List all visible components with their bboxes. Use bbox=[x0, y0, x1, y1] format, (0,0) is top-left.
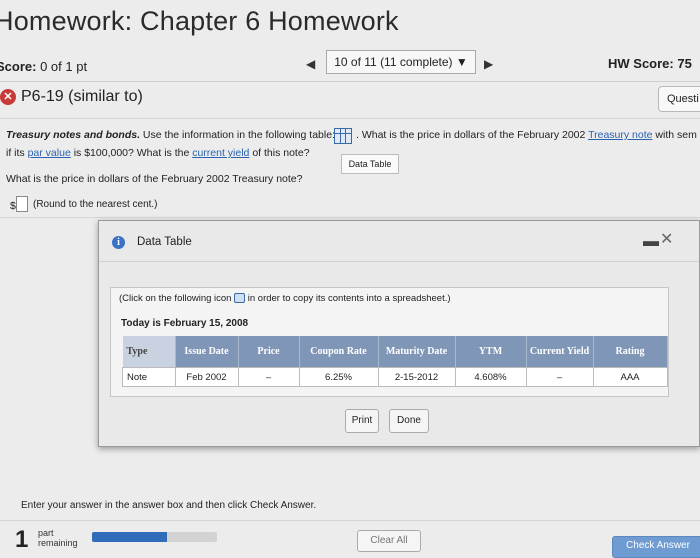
question-heading: Treasury notes and bonds. bbox=[6, 129, 141, 141]
minimize-icon[interactable]: ▬ bbox=[643, 233, 659, 251]
print-button[interactable]: Print bbox=[345, 409, 379, 433]
table-cell: – bbox=[237, 367, 300, 387]
score-display: Score: 0 of 1 pt bbox=[0, 59, 87, 74]
parts-label-line: part bbox=[38, 528, 54, 538]
score-label: Score: bbox=[0, 59, 37, 74]
previous-question-icon[interactable]: ◀ bbox=[306, 57, 315, 71]
progress-bar bbox=[92, 532, 217, 542]
incorrect-icon: ✕ bbox=[0, 89, 16, 105]
table-cell: 2-15-2012 bbox=[377, 367, 456, 387]
dollar-sign: $ bbox=[10, 200, 16, 212]
parts-remaining-count: 1 bbox=[15, 526, 29, 553]
answer-instruction: Enter your answer in the answer box and … bbox=[21, 500, 317, 511]
par-value-link[interactable]: par value bbox=[28, 147, 71, 159]
divider bbox=[0, 520, 700, 521]
table-cell: 4.608% bbox=[454, 367, 527, 387]
treasury-note-link[interactable]: Treasury note bbox=[588, 129, 652, 141]
divider bbox=[0, 118, 700, 119]
bond-data-table: Type Issue Date Price Coupon Rate Maturi… bbox=[122, 336, 668, 387]
question-text: is $100,000? What is the bbox=[70, 147, 193, 159]
copy-note-text: (Click on the following icon bbox=[119, 293, 235, 304]
table-cell: – bbox=[525, 367, 594, 387]
hw-score: HW Score: 75 bbox=[608, 56, 692, 71]
table-cell: AAA bbox=[592, 367, 668, 387]
close-icon[interactable]: ✕ bbox=[660, 229, 673, 249]
table-row: Note Feb 2002 – 6.25% 2-15-2012 4.608% –… bbox=[122, 367, 668, 387]
column-header: Maturity Date bbox=[378, 336, 456, 368]
copy-instruction: (Click on the following icon in order to… bbox=[119, 293, 451, 304]
score-value: 0 of 1 pt bbox=[40, 59, 88, 74]
question-text-line-1b: . What is the price in dollars of the Fe… bbox=[356, 129, 697, 141]
table-header-row: Type Issue Date Price Coupon Rate Maturi… bbox=[122, 336, 668, 368]
done-button[interactable]: Done bbox=[389, 409, 429, 433]
column-header: Current Yield bbox=[526, 336, 594, 368]
column-header: Rating bbox=[593, 336, 668, 368]
dialog-divider bbox=[99, 261, 699, 262]
progress-bar-fill bbox=[92, 532, 167, 542]
page-title: Homework: Chapter 6 Homework bbox=[0, 6, 399, 36]
column-header: YTM bbox=[455, 336, 527, 368]
question-help-button[interactable]: Questi bbox=[658, 86, 700, 112]
column-header: Price bbox=[238, 336, 300, 368]
copy-to-spreadsheet-icon[interactable] bbox=[234, 293, 246, 304]
question-text: Use the information in the following tab… bbox=[140, 129, 335, 141]
divider bbox=[0, 217, 700, 218]
answer-input[interactable] bbox=[16, 196, 28, 212]
data-table-panel: (Click on the following icon in order to… bbox=[110, 287, 669, 397]
column-header: Issue Date bbox=[175, 336, 239, 368]
question-text: if its bbox=[6, 147, 28, 159]
data-table-icon[interactable] bbox=[334, 128, 352, 144]
round-note: (Round to the nearest cent.) bbox=[33, 199, 158, 210]
answer-prompt: What is the price in dollars of the Febr… bbox=[6, 173, 303, 185]
question-text: . What is the price in dollars of the Fe… bbox=[356, 129, 589, 141]
current-yield-link[interactable]: current yield bbox=[192, 147, 249, 159]
dialog-title: Data Table bbox=[137, 236, 192, 248]
question-text-line-1: Treasury notes and bonds. Use the inform… bbox=[6, 129, 335, 141]
table-cell: Note bbox=[122, 367, 176, 387]
question-name: P6-19 (similar to) bbox=[21, 88, 143, 105]
copy-note-text: in order to copy its contents into a spr… bbox=[245, 293, 451, 304]
parts-label-line: remaining bbox=[38, 538, 78, 548]
table-cell: Feb 2002 bbox=[174, 367, 239, 387]
question-text: with sem bbox=[652, 129, 697, 141]
today-date: Today is February 15, 2008 bbox=[121, 318, 249, 329]
column-header: Type bbox=[122, 336, 176, 368]
question-text: of this note? bbox=[249, 147, 310, 159]
question-text-line-2: if its par value is $100,000? What is th… bbox=[6, 147, 310, 159]
check-answer-button[interactable]: Check Answer bbox=[612, 536, 700, 558]
next-question-icon[interactable]: ▶ bbox=[484, 57, 493, 71]
info-icon: i bbox=[112, 236, 125, 249]
column-header: Coupon Rate bbox=[299, 336, 379, 368]
parts-remaining-label: part remaining bbox=[38, 528, 78, 548]
data-table-button[interactable]: Data Table bbox=[341, 154, 399, 174]
question-selector[interactable]: 10 of 11 (11 complete) ▼ bbox=[326, 50, 476, 74]
data-table-dialog: i Data Table ▬ ✕ (Click on the following… bbox=[98, 220, 700, 447]
clear-all-button[interactable]: Clear All bbox=[357, 530, 421, 552]
table-cell: 6.25% bbox=[298, 367, 379, 387]
divider bbox=[0, 81, 700, 82]
